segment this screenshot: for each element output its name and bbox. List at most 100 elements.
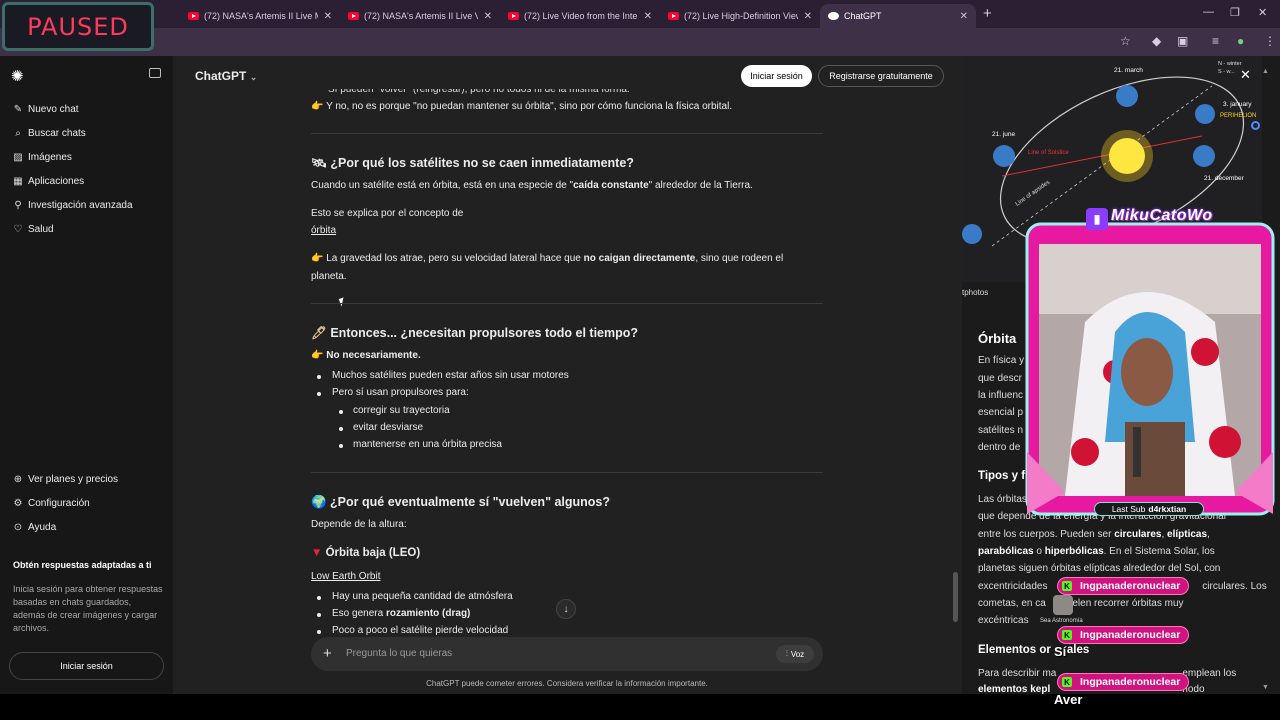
restore-icon[interactable]: ❐ xyxy=(1230,6,1240,19)
close-icon[interactable]: ✕ xyxy=(804,11,812,22)
sidebar-item-label: Ver planes y precios xyxy=(28,474,119,485)
media-icon[interactable]: ≡ xyxy=(1212,34,1219,48)
youtube-icon xyxy=(348,12,359,20)
chat-message-overlay: Aver xyxy=(1054,692,1083,707)
extension-icon[interactable]: ◆ xyxy=(1152,34,1161,48)
bookmark-star-icon[interactable]: ☆ xyxy=(1120,34,1131,48)
scroll-up-icon[interactable]: ▲ xyxy=(1262,68,1269,75)
scroll-down-button[interactable]: ↓ xyxy=(556,599,576,619)
puzzle-icon[interactable]: ▣ xyxy=(1177,34,1188,48)
microphone xyxy=(1133,427,1141,477)
close-icon[interactable]: ✕ xyxy=(960,11,968,22)
profile-icon[interactable]: ● xyxy=(1237,34,1244,48)
label-march: 21. march xyxy=(1114,67,1143,74)
orbit-link[interactable]: órbita xyxy=(311,225,336,236)
browser-tab[interactable]: (72) Live High-Definition Views... ✕ xyxy=(660,4,820,28)
avatar xyxy=(1053,595,1073,615)
list-item: evitar desviarse xyxy=(353,422,424,433)
kick-icon: K xyxy=(1062,630,1072,640)
sidebar-login-button[interactable]: Iniciar sesión xyxy=(9,652,164,680)
label-winter: N - winter xyxy=(1218,61,1242,67)
sidebar-item-help[interactable]: ⊙ Ayuda xyxy=(12,522,56,533)
text: Cuando un satélite está en órbita, está … xyxy=(311,180,574,191)
sidebar-item-images[interactable]: ▨ Imágenes xyxy=(12,152,72,163)
panel-heading: Elementos or ales xyxy=(978,644,1089,656)
text: excentricidades xyxy=(978,581,1051,592)
new-tab-button[interactable]: + xyxy=(983,5,992,22)
chat-username: K Ingpanaderonuclear xyxy=(1058,578,1189,594)
login-button[interactable]: Iniciar sesión xyxy=(741,65,812,87)
sidebar-item-research[interactable]: ⚲ Investigación avanzada xyxy=(12,200,132,211)
close-panel-icon[interactable]: ✕ xyxy=(1240,67,1251,83)
research-icon: ⚲ xyxy=(14,200,22,211)
bullet xyxy=(339,427,343,431)
paragraph: 👉 La gravedad los atrae, pero su velocid… xyxy=(311,253,783,264)
plus-icon[interactable]: + xyxy=(323,645,332,662)
twitch-icon: ▮ xyxy=(1086,208,1108,230)
voice-button[interactable]: ⫶ Voz xyxy=(776,645,814,663)
bold-text: no caigan directamente xyxy=(583,253,696,264)
bullet xyxy=(317,392,321,396)
avatar-caption: Sea Astronomía xyxy=(1040,618,1083,624)
bold-text: rozamiento (drag) xyxy=(385,608,471,619)
browser-tab[interactable]: (72) Live Video from the Interna... ✕ xyxy=(500,4,660,28)
browser-tab[interactable]: (72) NASA's Artemis II Live Mis... ✕ xyxy=(180,4,340,28)
menu-icon[interactable]: ⋮ xyxy=(1264,34,1276,48)
scroll-down-icon[interactable]: ▼ xyxy=(1262,684,1269,691)
search-icon: ⌕ xyxy=(15,128,21,139)
panel-text: dentro de xyxy=(978,442,1021,453)
sidebar-item-label: Aplicaciones xyxy=(28,176,85,187)
minimize-icon[interactable]: — xyxy=(1203,6,1214,18)
bottom-letterbox xyxy=(0,694,1280,720)
sidebar-item-settings[interactable]: ⚙ Configuración xyxy=(12,498,90,509)
satellite-icon: 🛰 xyxy=(311,156,331,170)
kick-icon: K xyxy=(1062,581,1072,591)
sidebar-item-label: Nuevo chat xyxy=(28,104,79,115)
browser-tab[interactable]: (72) NASA's Artemis II Live Vie... ✕ xyxy=(340,4,500,28)
text: , xyxy=(1207,529,1210,540)
label-january: 3. january xyxy=(1223,101,1252,108)
bullet xyxy=(317,613,321,617)
sidebar-item-label: Imágenes xyxy=(28,152,72,163)
bold-text: elementos kepl xyxy=(978,684,1051,694)
close-icon[interactable]: ✕ xyxy=(324,11,332,22)
sidebar-item-apps[interactable]: ▦ Aplicaciones xyxy=(12,176,84,187)
sidebar-item-plans[interactable]: ⊕ Ver planes y precios xyxy=(12,474,118,485)
paragraph: Esto se explica por el concepto de xyxy=(311,208,464,219)
window-close-icon[interactable]: ✕ xyxy=(1258,6,1267,19)
close-icon[interactable]: ✕ xyxy=(644,11,652,22)
close-icon[interactable]: ✕ xyxy=(484,11,492,22)
prompt-input[interactable]: Pregunta lo que quieras xyxy=(346,648,452,659)
bold-text: circulares xyxy=(1114,529,1162,540)
sidebar-item-search[interactable]: ⌕ Buscar chats xyxy=(12,128,86,139)
browser-tab-active[interactable]: ChatGPT ✕ xyxy=(820,4,976,28)
youtube-icon xyxy=(508,12,519,20)
leo-link[interactable]: Low Earth Orbit xyxy=(311,571,380,582)
promo-body: Inicia sesión para obtener respuestas ba… xyxy=(13,584,163,633)
register-button[interactable]: Registrarse gratuitamente xyxy=(818,65,944,87)
openai-logo-icon[interactable]: ✺ xyxy=(11,67,24,85)
hoodie-pattern xyxy=(1209,426,1241,458)
sidebar-toggle-icon[interactable] xyxy=(149,68,161,78)
sub-heading: ▼ Órbita baja (LEO) xyxy=(311,547,420,559)
bold-text: hiperbólicas xyxy=(1044,546,1104,557)
pointing-hand-icon: 👉 xyxy=(311,350,327,361)
last-sub-user: d4rkxtian xyxy=(1148,504,1187,514)
sidebar-item-health[interactable]: ♡ Salud xyxy=(12,224,54,235)
pen-icon: 🖊 xyxy=(311,326,331,340)
scrollbar[interactable] xyxy=(953,572,958,622)
tab-title: (72) NASA's Artemis II Live Vie... xyxy=(364,11,478,21)
message-text: Y no, no es porque "no puedan mantener s… xyxy=(326,101,733,112)
sidebar-item-new-chat[interactable]: ✎ Nuevo chat xyxy=(12,104,79,115)
earth-january xyxy=(1195,104,1215,124)
model-name: ChatGPT xyxy=(195,69,247,83)
gear-icon: ⚙ xyxy=(13,498,23,509)
sidebar-item-label: Buscar chats xyxy=(28,128,86,139)
text: emplean los xyxy=(1182,668,1237,679)
paragraph: planeta. xyxy=(311,271,347,282)
chat-username: K Ingpanaderonuclear xyxy=(1058,627,1189,643)
model-selector[interactable]: ChatGPT ⌄ xyxy=(195,69,257,83)
chevron-down-icon: ⌄ xyxy=(249,72,258,82)
divider xyxy=(311,133,823,134)
hoodie-pattern xyxy=(1191,338,1219,366)
